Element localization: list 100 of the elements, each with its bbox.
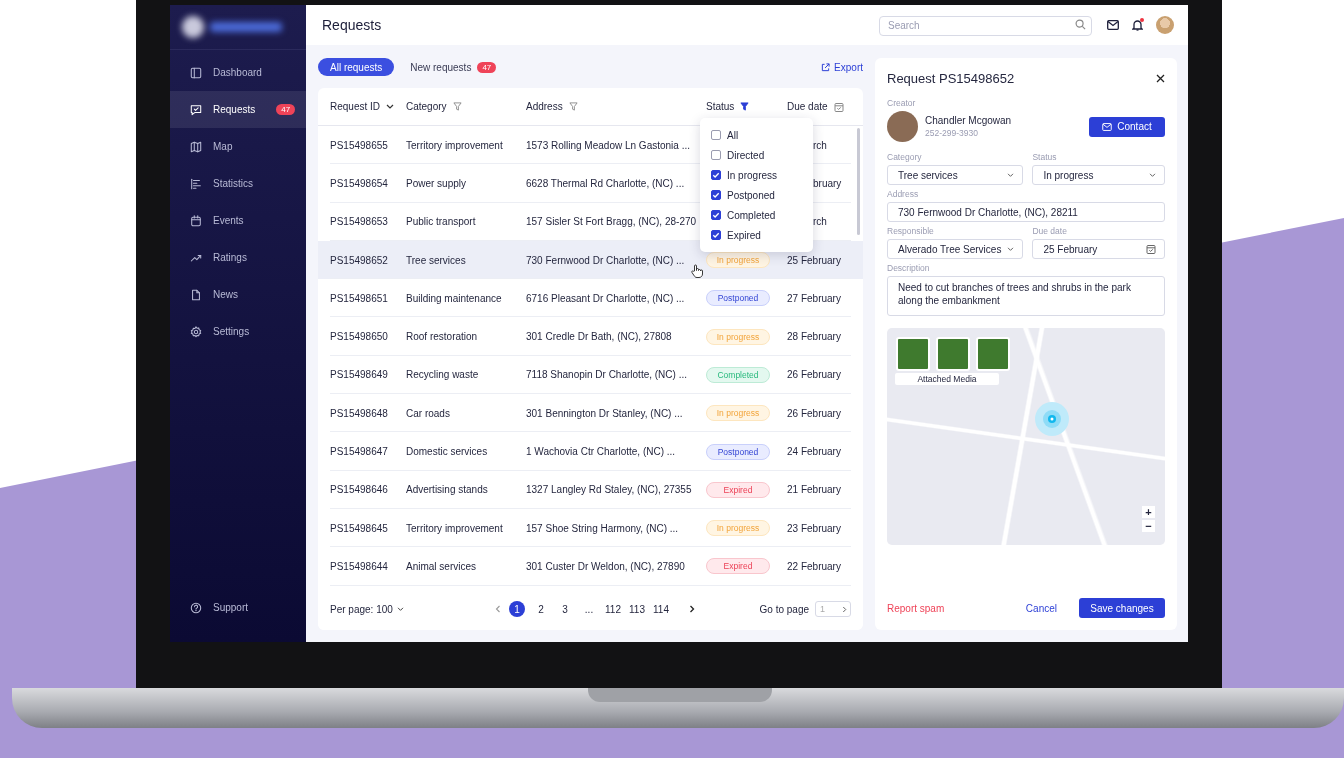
filter-option[interactable]: In progress [700, 165, 813, 185]
table-cell-text: Animal services [406, 560, 478, 572]
table-cell-text: bruary [812, 177, 843, 189]
sidebar-item[interactable]: Statistics [170, 165, 306, 202]
mail-icon[interactable] [1107, 20, 1119, 30]
table-cell-text: 301 Credle Dr Bath, (NC), 27808 [526, 331, 673, 343]
table-cell-text: Roof restoration [406, 331, 479, 343]
column-header[interactable]: Status [706, 101, 735, 112]
page-link[interactable]: 113 [629, 601, 645, 617]
search-icon [1075, 19, 1086, 30]
page-link[interactable]: 112 [605, 601, 621, 617]
input-field[interactable]: 730 Fernwood Dr Charlotte, (NC), 28211 [887, 202, 1165, 222]
panel-title: Request PS15498652 [887, 70, 1015, 86]
tab[interactable]: New requests 47 [398, 58, 509, 76]
status-badge: In progress [706, 328, 770, 345]
column-header[interactable]: Due date [787, 101, 828, 112]
calendar-icon [190, 214, 202, 227]
filter-option[interactable]: Directed [700, 145, 813, 165]
report-spam-link[interactable]: Report spam [887, 602, 1026, 614]
filter-option[interactable]: Postponed [700, 185, 813, 205]
map-icon [190, 140, 202, 153]
sidebar-item[interactable]: Settings [170, 313, 306, 350]
status-badge: Postponed [706, 290, 770, 307]
photo-placeholder[interactable] [936, 337, 970, 371]
table-cell-text: PS15498651 [330, 292, 389, 304]
table-cell-text: 730 Fernwood Dr Charlotte, (NC) ... [526, 254, 686, 266]
table-cell-text: 301 Custer Dr Weldon, (NC), 27890 [526, 560, 686, 572]
sidebar-item[interactable]: Support [170, 589, 306, 626]
status-badge: In progress [706, 520, 770, 537]
table-cell-text: Domestic services [406, 446, 489, 457]
status-badge: In progress [706, 405, 770, 422]
chat-icon [190, 103, 202, 116]
zoom-in-button[interactable]: + [1142, 506, 1155, 518]
select-field[interactable]: Alverado Tree Services [887, 239, 1024, 259]
select-field[interactable]: Tree services [887, 165, 1024, 185]
date-field[interactable]: 25 February [1032, 239, 1165, 259]
help-icon [190, 601, 202, 614]
page-link[interactable]: 3 [557, 601, 573, 617]
column-header[interactable]: Request ID [330, 101, 381, 112]
sidebar-item[interactable]: News [170, 276, 306, 313]
mail-icon [1102, 122, 1113, 131]
page-input[interactable]: 1 [815, 601, 851, 617]
sidebar-item[interactable]: Requests 47 [170, 91, 306, 128]
select-field[interactable]: In progress [1032, 165, 1165, 185]
creator-name: Chandler Mcgowan [925, 115, 1013, 126]
calendar-icon[interactable] [1146, 244, 1156, 254]
count-badge: 47 [477, 61, 497, 73]
save-button[interactable]: Save changes [1079, 598, 1165, 618]
table-cell-text: PS15498653 [330, 216, 389, 228]
sidebar-item[interactable]: Dashboard [170, 54, 306, 91]
table-cell-text: Territory improvement [406, 139, 504, 151]
bell-icon[interactable] [1132, 19, 1143, 31]
table-cell-text: 7118 Shanopin Dr Charlotte, (NC) ... [526, 369, 688, 381]
scrollbar[interactable] [857, 128, 860, 235]
zoom-out-button[interactable]: − [1142, 520, 1155, 532]
sidebar-item[interactable]: Ratings [170, 239, 306, 276]
checkbox[interactable] [711, 230, 721, 240]
column-header[interactable]: Category [406, 101, 447, 112]
map[interactable]: Attached Media + − [887, 328, 1165, 545]
document-icon [190, 288, 202, 301]
filter-option[interactable]: Completed [700, 205, 813, 225]
contact-button[interactable]: Contact [1089, 116, 1165, 137]
status-badge: Completed [706, 366, 770, 383]
textarea-field[interactable]: Need to cut branches of trees and shrubs in the park along the embankment [887, 276, 1165, 316]
table-cell-text: PS15498648 [330, 407, 389, 419]
export-link[interactable]: Export [821, 61, 863, 73]
sidebar-item[interactable]: Events [170, 202, 306, 239]
table-cell-text: Car roads [406, 407, 451, 419]
page-link[interactable]: 1 [509, 601, 525, 617]
per-page-select[interactable]: Per page: 100 [330, 603, 495, 615]
bars-icon [190, 177, 202, 190]
chevron-right-icon[interactable] [689, 605, 695, 613]
page-link[interactable]: 2 [533, 601, 549, 617]
checkbox[interactable] [711, 170, 721, 180]
checkbox[interactable] [711, 150, 721, 160]
layout-icon [190, 66, 202, 79]
go-to-page-label: Go to page [759, 603, 809, 615]
table-cell-text: 26 February [787, 407, 842, 419]
sidebar-item[interactable]: Map [170, 128, 306, 165]
creator-phone: 252-299-3930 [925, 128, 979, 138]
column-header[interactable]: Address [526, 101, 563, 112]
field-label: Responsible [887, 226, 935, 236]
tab[interactable]: All requests [318, 58, 395, 76]
chevron-down-icon[interactable] [386, 103, 395, 110]
table-cell-text: 27 February [787, 292, 842, 304]
table-cell-text: PS15498644 [330, 560, 389, 572]
close-icon[interactable] [1156, 73, 1165, 83]
photo-placeholder[interactable] [896, 337, 930, 371]
cancel-button[interactable]: Cancel [1025, 602, 1057, 614]
search-field[interactable]: Search [879, 15, 1092, 36]
checkbox[interactable] [711, 210, 721, 220]
photo-placeholder[interactable] [976, 337, 1010, 371]
filter-option[interactable]: All [700, 125, 813, 145]
filter-icon[interactable] [740, 102, 750, 111]
table-cell-text: 1327 Langley Rd Staley, (NC), 27355 [526, 484, 693, 496]
checkbox[interactable] [711, 190, 721, 200]
checkbox[interactable] [711, 130, 721, 140]
calendar-icon[interactable] [833, 101, 844, 112]
page-link[interactable]: ... [581, 601, 597, 617]
page-link[interactable]: 114 [653, 601, 669, 617]
